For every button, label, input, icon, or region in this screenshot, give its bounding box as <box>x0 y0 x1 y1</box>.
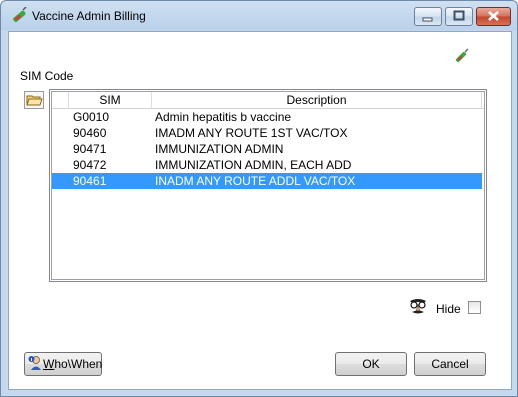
cancel-button[interactable]: Cancel <box>414 352 486 376</box>
syringe-icon[interactable] <box>452 48 470 66</box>
cell-sim: 90461 <box>73 174 107 188</box>
cell-description: Admin hepatitis b vaccine <box>155 110 292 124</box>
close-icon <box>488 11 499 21</box>
ok-button[interactable]: OK <box>335 352 407 376</box>
window-title: Vaccine Admin Billing <box>32 9 146 23</box>
dialog-body: SIM Code SIM Description G0010 Admin hep… <box>8 31 512 390</box>
dialog-window: Vaccine Admin Billing SIM Code SIM Descr… <box>0 0 518 397</box>
app-icon <box>13 7 27 22</box>
cell-sim: 90471 <box>73 142 107 156</box>
cell-description: IMADM ANY ROUTE 1ST VAC/TOX <box>155 126 348 140</box>
who-when-button[interactable]: Who\When <box>24 352 102 376</box>
hide-label: Hide <box>436 302 461 316</box>
table-row[interactable]: 90471 IMMUNIZATION ADMIN <box>52 141 482 157</box>
cell-sim: G0010 <box>73 110 110 124</box>
info-person-icon <box>28 356 41 370</box>
cell-description: IMMUNIZATION ADMIN, EACH ADD <box>155 158 352 172</box>
hide-checkbox[interactable] <box>468 301 481 314</box>
list-header: SIM Description <box>52 92 484 109</box>
header-stub <box>52 92 69 108</box>
table-row[interactable]: 90472 IMMUNIZATION ADMIN, EACH ADD <box>52 157 482 173</box>
cell-description: INADM ANY ROUTE ADDL VAC/TOX <box>155 174 356 188</box>
close-button[interactable] <box>476 7 511 26</box>
cell-sim: 90472 <box>73 158 107 172</box>
minimize-icon <box>422 17 433 22</box>
column-header-description[interactable]: Description <box>152 92 482 108</box>
who-when-label: ho\When <box>54 357 103 371</box>
table-row[interactable]: 90460 IMADM ANY ROUTE 1ST VAC/TOX <box>52 125 482 141</box>
sim-code-label: SIM Code <box>20 69 74 83</box>
maximize-icon <box>453 10 465 21</box>
table-row[interactable]: G0010 Admin hepatitis b vaccine <box>52 109 482 125</box>
column-header-sim[interactable]: SIM <box>69 92 152 108</box>
cell-description: IMMUNIZATION ADMIN <box>155 142 284 156</box>
title-bar[interactable]: Vaccine Admin Billing <box>1 1 517 31</box>
who-when-mnemonic: W <box>43 357 55 371</box>
cell-sim: 90460 <box>73 126 107 140</box>
open-folder-icon[interactable] <box>24 91 44 109</box>
sim-list[interactable]: SIM Description G0010 Admin hepatitis b … <box>49 89 487 282</box>
minimize-button[interactable] <box>414 7 442 26</box>
disguise-icon <box>410 299 426 314</box>
list-frame: SIM Description G0010 Admin hepatitis b … <box>51 91 485 280</box>
table-row-selected[interactable]: 90461 INADM ANY ROUTE ADDL VAC/TOX <box>52 173 482 189</box>
maximize-button[interactable] <box>445 7 473 26</box>
